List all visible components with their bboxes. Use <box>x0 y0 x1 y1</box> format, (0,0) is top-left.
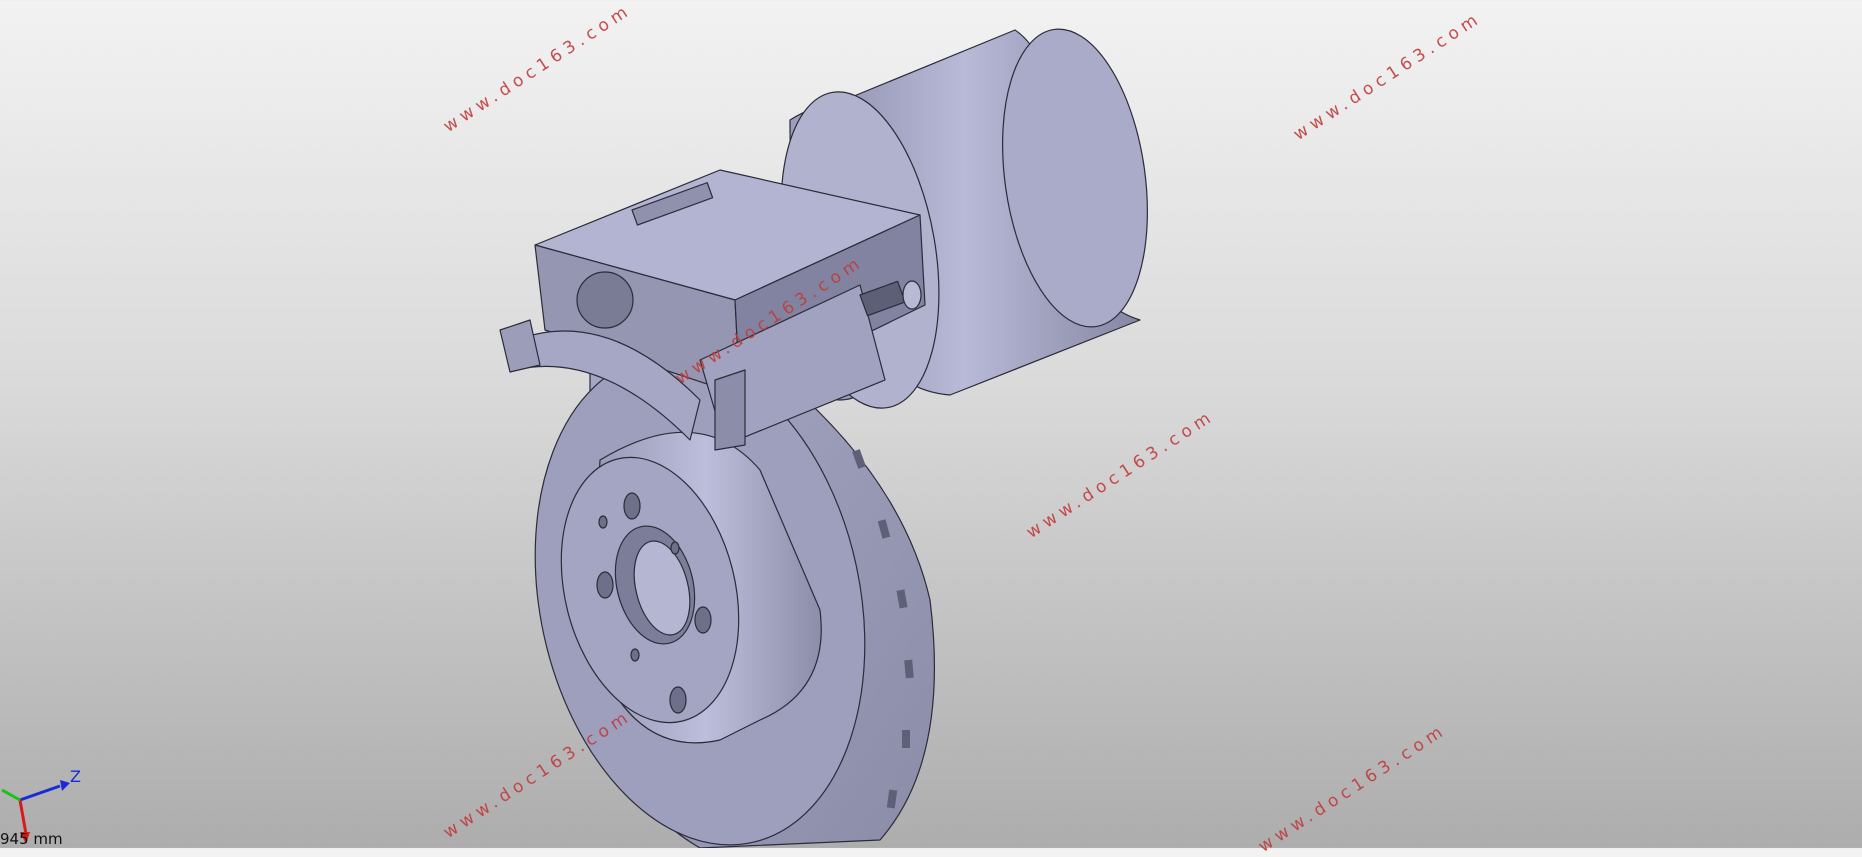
z-axis-arrow <box>19 784 61 802</box>
scale-readout: 945 mm <box>0 830 63 848</box>
caliper-bore <box>576 271 634 329</box>
adjuster-nut <box>902 280 922 310</box>
adjuster-leg <box>714 369 746 451</box>
brake-assembly-model[interactable] <box>0 0 1862 848</box>
x-axis-arrow <box>18 799 28 835</box>
cad-3d-viewport[interactable]: www.doc163.com www.doc163.com www.doc163… <box>0 0 1862 857</box>
y-axis-arrow <box>1 788 21 802</box>
shoe-bracket-left <box>499 319 541 373</box>
z-axis-arrowhead <box>60 780 70 791</box>
z-axis-label: Z <box>70 767 81 786</box>
